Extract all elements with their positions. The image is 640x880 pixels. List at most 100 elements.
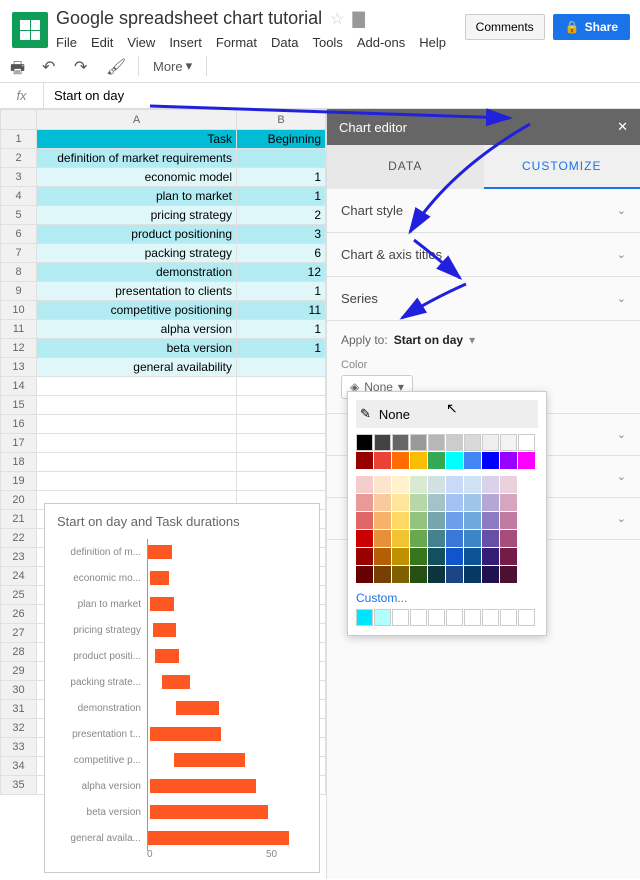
row-header[interactable]: 22	[1, 529, 37, 548]
cell[interactable]: 3	[237, 225, 326, 244]
color-swatch[interactable]	[392, 452, 409, 469]
custom-swatch[interactable]	[410, 609, 427, 626]
color-swatch[interactable]	[356, 548, 373, 565]
share-button[interactable]: 🔒Share	[553, 14, 630, 40]
cell[interactable]: demonstration	[37, 263, 237, 282]
custom-swatch[interactable]	[482, 609, 499, 626]
menu-help[interactable]: Help	[419, 35, 446, 50]
embedded-chart[interactable]: Start on day and Task durations definiti…	[44, 503, 320, 873]
more-button[interactable]: More ▾	[153, 58, 192, 74]
cell[interactable]: 2	[237, 206, 326, 225]
color-swatch[interactable]	[482, 566, 499, 583]
cell[interactable]	[237, 377, 326, 396]
color-swatch[interactable]	[482, 494, 499, 511]
cell[interactable]: economic model	[37, 168, 237, 187]
cell[interactable]: plan to market	[37, 187, 237, 206]
color-swatch[interactable]	[482, 512, 499, 529]
paint-format-icon[interactable]: 🖌	[106, 57, 124, 75]
color-swatch[interactable]	[482, 530, 499, 547]
apply-to-value[interactable]: Start on day	[394, 333, 463, 347]
color-swatch[interactable]	[374, 476, 391, 493]
color-swatch[interactable]	[410, 434, 427, 451]
color-swatch[interactable]	[446, 434, 463, 451]
custom-swatch[interactable]	[500, 609, 517, 626]
cell[interactable]	[37, 453, 237, 472]
row-header[interactable]: 29	[1, 662, 37, 681]
color-swatch[interactable]	[500, 530, 517, 547]
cell[interactable]: 11	[237, 301, 326, 320]
color-swatch[interactable]	[446, 512, 463, 529]
cell[interactable]: presentation to clients	[37, 282, 237, 301]
cell[interactable]: 12	[237, 263, 326, 282]
row-header[interactable]: 15	[1, 396, 37, 415]
cell[interactable]: packing strategy	[37, 244, 237, 263]
row-header[interactable]: 28	[1, 643, 37, 662]
doc-title[interactable]: Google spreadsheet chart tutorial	[56, 8, 322, 29]
custom-swatch[interactable]	[356, 609, 373, 626]
color-swatch[interactable]	[464, 566, 481, 583]
cell[interactable]: 6	[237, 244, 326, 263]
section-axis-titles[interactable]: Chart & axis titles⌄	[327, 233, 640, 277]
cell[interactable]	[37, 396, 237, 415]
cell[interactable]: definition of market requirements	[37, 149, 237, 168]
color-swatch[interactable]	[446, 530, 463, 547]
color-swatch[interactable]	[464, 434, 481, 451]
color-swatch[interactable]	[428, 548, 445, 565]
color-swatch[interactable]	[500, 512, 517, 529]
color-swatch[interactable]	[410, 548, 427, 565]
color-swatch[interactable]	[374, 434, 391, 451]
row-header[interactable]: 23	[1, 548, 37, 567]
chevron-down-icon[interactable]: ▾	[469, 333, 475, 347]
color-swatch[interactable]	[356, 476, 373, 493]
custom-swatch[interactable]	[392, 609, 409, 626]
row-header[interactable]: 6	[1, 225, 37, 244]
cell[interactable]: 1	[237, 282, 326, 301]
row-header[interactable]: 19	[1, 472, 37, 491]
row-header[interactable]: 33	[1, 738, 37, 757]
comments-button[interactable]: Comments	[465, 14, 545, 40]
menu-add-ons[interactable]: Add-ons	[357, 35, 405, 50]
star-icon[interactable]: ☆	[330, 9, 344, 29]
row-header[interactable]: 35	[1, 776, 37, 795]
cell[interactable]: product positioning	[37, 225, 237, 244]
cell[interactable]: Task	[37, 130, 237, 149]
cell[interactable]	[237, 472, 326, 491]
close-icon[interactable]: ✕	[617, 119, 628, 135]
row-header[interactable]: 17	[1, 434, 37, 453]
color-swatch[interactable]	[428, 512, 445, 529]
color-swatch[interactable]	[374, 452, 391, 469]
row-header[interactable]: 3	[1, 168, 37, 187]
color-swatch[interactable]	[500, 548, 517, 565]
row-header[interactable]: 20	[1, 491, 37, 510]
tab-data[interactable]: DATA	[327, 145, 484, 189]
row-header[interactable]: 21	[1, 510, 37, 529]
color-swatch[interactable]	[500, 566, 517, 583]
color-swatch[interactable]	[392, 434, 409, 451]
row-header[interactable]: 8	[1, 263, 37, 282]
custom-swatch[interactable]	[464, 609, 481, 626]
custom-swatch[interactable]	[518, 609, 535, 626]
color-swatch[interactable]	[356, 434, 373, 451]
color-swatch[interactable]	[374, 548, 391, 565]
row-header[interactable]: 16	[1, 415, 37, 434]
col-header-a[interactable]: A	[37, 110, 237, 130]
custom-swatch[interactable]	[428, 609, 445, 626]
color-swatch[interactable]	[482, 452, 499, 469]
color-swatch[interactable]	[464, 512, 481, 529]
color-swatch[interactable]	[356, 566, 373, 583]
color-swatch[interactable]	[392, 476, 409, 493]
col-header-b[interactable]: B	[237, 110, 326, 130]
cell[interactable]: 1	[237, 168, 326, 187]
color-swatch[interactable]	[374, 512, 391, 529]
color-swatch[interactable]	[392, 566, 409, 583]
color-swatch[interactable]	[428, 530, 445, 547]
cell[interactable]	[37, 434, 237, 453]
row-header[interactable]: 5	[1, 206, 37, 225]
row-header[interactable]: 25	[1, 586, 37, 605]
tab-customize[interactable]: CUSTOMIZE	[484, 145, 640, 189]
row-header[interactable]: 14	[1, 377, 37, 396]
color-swatch[interactable]	[464, 530, 481, 547]
print-icon[interactable]: 🖶	[10, 57, 28, 75]
color-swatch[interactable]	[392, 530, 409, 547]
sheets-logo[interactable]	[12, 12, 48, 48]
